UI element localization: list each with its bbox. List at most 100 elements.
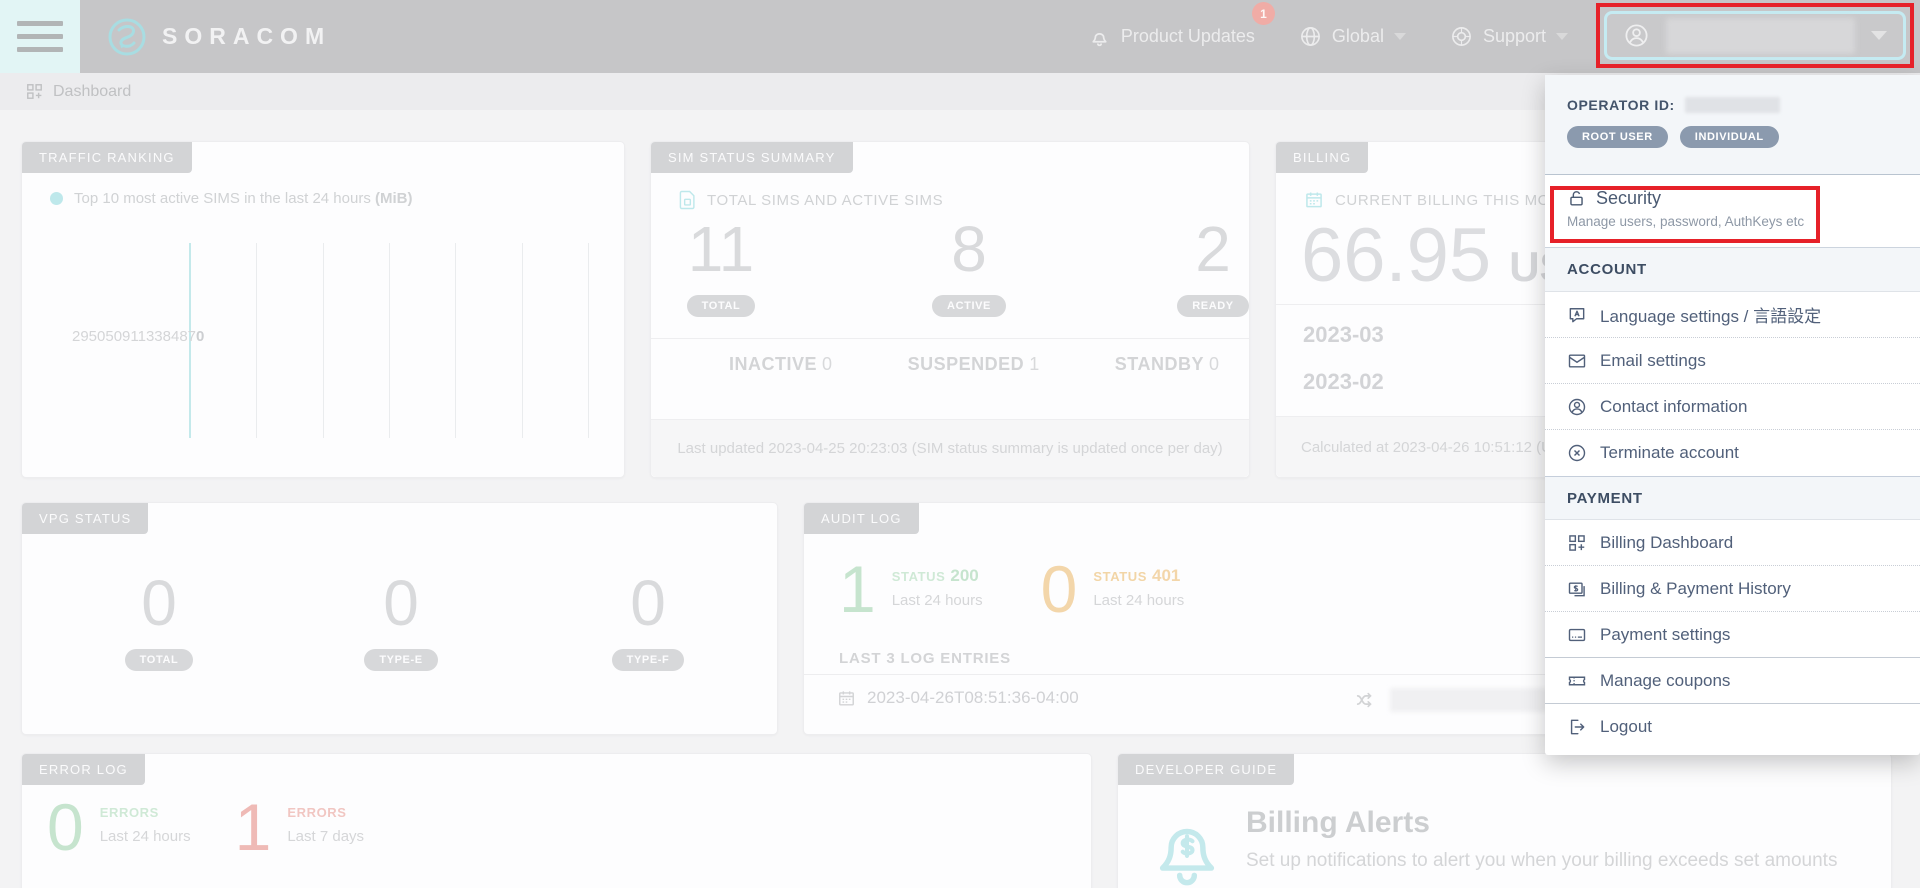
coverage-selector[interactable]: Global: [1299, 25, 1406, 48]
billing-alert-bell-icon: [1148, 812, 1226, 888]
global-label: Global: [1332, 26, 1384, 47]
bell-icon: [1088, 25, 1111, 48]
account-section-title: ACCOUNT: [1545, 248, 1920, 292]
sim-stat-active: 8 ACTIVE: [919, 217, 1019, 317]
legend-dot-icon: [50, 192, 63, 205]
vpg-stat-type-f: 0 TYPE-F: [598, 571, 698, 671]
credit-card-icon: [1567, 625, 1587, 645]
support-menu[interactable]: Support: [1450, 25, 1568, 48]
globe-icon: [1299, 25, 1322, 48]
email-icon: [1567, 351, 1587, 371]
menu-item-label: Terminate account: [1600, 443, 1739, 463]
chevron-down-icon: [1556, 33, 1568, 40]
menu-item-label: Billing Dashboard: [1600, 533, 1733, 553]
audit-stats: 1 STATUS200 Last 24 hours 0 STATUS401 La…: [839, 558, 1184, 621]
card-tag: BILLING: [1276, 142, 1368, 173]
contact-icon: [1567, 397, 1587, 417]
lock-icon: [1567, 189, 1586, 208]
error-log-card: ERROR LOG 0 ERRORS Last 24 hours 1 ERROR…: [21, 753, 1092, 888]
translate-icon: [1567, 305, 1587, 325]
audit-stat-200: 1 STATUS200 Last 24 hours: [839, 558, 983, 621]
operator-info-section: OPERATOR ID: ROOT USER INDIVIDUAL: [1545, 75, 1920, 175]
api-path-icon: [1354, 689, 1376, 711]
account-menu-button[interactable]: [1604, 11, 1906, 60]
logout-icon: [1567, 717, 1587, 737]
menu-item-billing-dashboard[interactable]: Billing Dashboard: [1545, 520, 1920, 566]
soracom-logo[interactable]: SORACOM: [106, 16, 331, 58]
security-description: Manage users, password, AuthKeys etc: [1567, 214, 1898, 229]
menu-item-label: Billing & Payment History: [1600, 579, 1791, 599]
security-label: Security: [1596, 188, 1661, 209]
card-tag: DEVELOPER GUIDE: [1118, 754, 1294, 785]
operator-id-label: OPERATOR ID:: [1567, 97, 1675, 113]
sim-stat-total: 11 TOTAL: [671, 217, 771, 317]
traffic-row-label: 295050911338487: [72, 328, 196, 345]
billing-amount: 66.95: [1301, 218, 1491, 294]
payment-section-title: PAYMENT: [1545, 476, 1920, 520]
menu-item-label: Manage coupons: [1600, 671, 1730, 691]
menu-item-manage-coupons[interactable]: Manage coupons: [1545, 658, 1920, 704]
operator-id-redacted: [1685, 97, 1780, 113]
sim-substats: INACTIVE 0 SUSPENDED 1 STANDBY 0: [651, 338, 1249, 375]
error-stat-7d: 1 ERRORS Last 7 days: [235, 796, 364, 859]
card-tag: TRAFFIC RANKING: [22, 142, 192, 173]
menu-item-contact-information[interactable]: Contact information: [1545, 384, 1920, 430]
user-circle-icon: [1623, 22, 1650, 49]
calendar-icon: [1304, 190, 1324, 210]
support-label: Support: [1483, 26, 1546, 47]
product-updates-label: Product Updates: [1121, 26, 1255, 47]
vpg-stat-type-e: 0 TYPE-E: [351, 571, 451, 671]
sim-status-card: SIM STATUS SUMMARY TOTAL SIMS AND ACTIVE…: [650, 141, 1250, 478]
brand-name: SORACOM: [162, 23, 331, 50]
sim-card-icon: [679, 190, 696, 210]
ticket-icon: [1567, 671, 1587, 691]
menu-item-email-settings[interactable]: Email settings: [1545, 338, 1920, 384]
card-tag: VPG STATUS: [22, 503, 148, 534]
guide-title[interactable]: Billing Alerts: [1246, 806, 1430, 840]
sim-stat-ready: 2 READY: [1163, 217, 1263, 317]
sim-legend: TOTAL SIMS AND ACTIVE SIMS: [679, 190, 943, 210]
audit-entries-title: LAST 3 LOG ENTRIES: [839, 650, 1011, 667]
billing-history-icon: [1567, 579, 1587, 599]
audit-stat-401: 0 STATUS401 Last 24 hours: [1041, 558, 1185, 621]
chevron-down-icon: [1871, 31, 1887, 40]
menu-item-language-settings[interactable]: Language settings / 言語設定: [1545, 292, 1920, 338]
terminate-icon: [1567, 443, 1587, 463]
error-stats: 0 ERRORS Last 24 hours 1 ERRORS Last 7 d…: [47, 796, 364, 859]
vpg-status-card: VPG STATUS 0 TOTAL 0 TYPE-E 0 TYPE-F: [21, 502, 778, 735]
guide-subtitle: Set up notifications to alert you when y…: [1246, 850, 1837, 872]
hamburger-menu-button[interactable]: [0, 0, 80, 73]
error-stat-24h: 0 ERRORS Last 24 hours: [47, 796, 191, 859]
card-tag: AUDIT LOG: [804, 503, 919, 534]
dashboard-grid-icon: [25, 82, 44, 101]
calendar-icon: [837, 689, 856, 708]
notification-badge: 1: [1252, 2, 1275, 25]
menu-item-logout[interactable]: Logout: [1545, 704, 1920, 750]
individual-badge: INDIVIDUAL: [1680, 126, 1779, 148]
menu-item-billing-payment-history[interactable]: Billing & Payment History: [1545, 566, 1920, 612]
audit-entry-timestamp: 2023-04-26T08:51:36-04:00: [867, 688, 1079, 708]
menu-item-label: Email settings: [1600, 351, 1706, 371]
menu-item-security[interactable]: Security Manage users, password, AuthKey…: [1545, 175, 1920, 248]
billing-legend: CURRENT BILLING THIS MONTH: [1304, 190, 1583, 210]
menu-item-terminate-account[interactable]: Terminate account: [1545, 430, 1920, 476]
menu-item-payment-settings[interactable]: Payment settings: [1545, 612, 1920, 658]
traffic-ranking-card: TRAFFIC RANKING Top 10 most active SIMS …: [21, 141, 625, 478]
product-updates-button[interactable]: Product Updates 1: [1088, 25, 1255, 48]
breadcrumb-dashboard[interactable]: Dashboard: [53, 83, 131, 101]
sim-footer: Last updated 2023-04-25 20:23:03 (SIM st…: [651, 419, 1249, 477]
chevron-down-icon: [1394, 33, 1406, 40]
menu-item-label: Logout: [1600, 717, 1652, 737]
dashboard-grid-icon: [1567, 533, 1587, 553]
menu-item-label: Contact information: [1600, 397, 1747, 417]
account-button-highlight: [1596, 3, 1914, 68]
traffic-legend: Top 10 most active SIMS in the last 24 h…: [50, 190, 413, 207]
developer-guide-card: DEVELOPER GUIDE Billing Alerts Set up no…: [1117, 753, 1892, 888]
traffic-chart-grid: [189, 243, 589, 438]
menu-item-label: Payment settings: [1600, 625, 1730, 645]
card-tag: ERROR LOG: [22, 754, 145, 785]
account-dropdown-menu: OPERATOR ID: ROOT USER INDIVIDUAL Securi…: [1545, 75, 1920, 755]
root-user-badge: ROOT USER: [1567, 126, 1668, 148]
vpg-stat-total: 0 TOTAL: [109, 571, 209, 671]
menu-item-label: Language settings / 言語設定: [1600, 302, 1821, 327]
